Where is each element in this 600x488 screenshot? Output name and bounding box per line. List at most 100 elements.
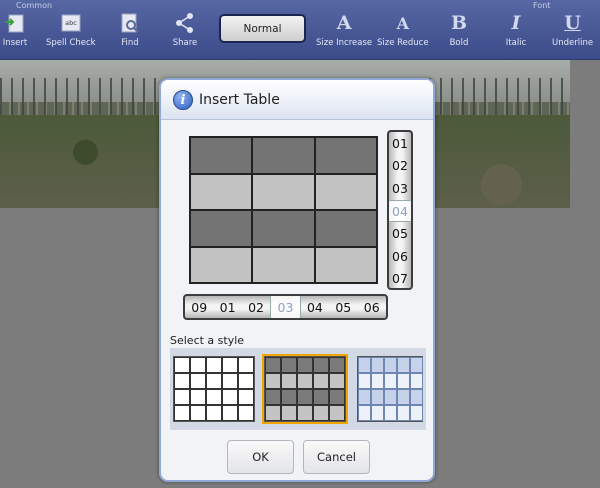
insert-button[interactable]: Insert [2, 10, 28, 52]
style-thumb-cell [281, 405, 297, 421]
style-thumb-cell [190, 389, 206, 405]
style-thumb-cell [329, 405, 345, 421]
share-icon [172, 10, 198, 36]
spell-check-button[interactable]: abc Spell Check [46, 10, 96, 52]
rows-option[interactable]: 06 [389, 245, 411, 268]
style-thumb-cell [174, 389, 190, 405]
style-gallery [170, 348, 426, 430]
table-preview-cell [252, 246, 315, 283]
style-option-blue-banded[interactable] [357, 356, 423, 422]
table-preview-cell [190, 246, 253, 283]
style-thumb-cell [410, 373, 423, 389]
style-thumb-cell [410, 357, 423, 373]
style-thumb-cell [297, 373, 313, 389]
columns-option[interactable]: 01 [213, 296, 241, 318]
group-label-font: Font [533, 1, 551, 10]
table-preview-cell [252, 210, 315, 247]
style-thumb-cell [222, 357, 238, 373]
style-thumb-cell [371, 357, 384, 373]
columns-option[interactable]: 04 [301, 296, 329, 318]
columns-option[interactable]: 02 [242, 296, 270, 318]
table-preview-cell [190, 173, 253, 210]
style-thumb-cell [358, 405, 371, 421]
style-thumb-cell [206, 405, 222, 421]
select-style-label: Select a style [170, 334, 245, 347]
cancel-button[interactable]: Cancel [303, 440, 370, 474]
style-thumb-cell [358, 357, 371, 373]
bold-icon: B [450, 12, 468, 34]
italic-label: Italic [505, 38, 527, 48]
toolbar: Common Font Insert abc Spell Check Find … [0, 0, 600, 60]
columns-option[interactable]: 09 [185, 296, 213, 318]
size-increase-label: Size Increase [316, 38, 373, 48]
rows-option[interactable]: 02 [389, 155, 411, 178]
style-thumb-cell [206, 373, 222, 389]
style-thumb-cell [371, 389, 384, 405]
columns-option[interactable]: 06 [358, 296, 386, 318]
rows-option[interactable]: 05 [389, 222, 411, 245]
insert-label: Insert [2, 38, 28, 48]
style-thumb-cell [238, 389, 254, 405]
style-thumb-cell [397, 357, 410, 373]
bold-button[interactable]: B Bold [446, 10, 472, 52]
style-thumb-cell [238, 405, 254, 421]
table-preview-cell [190, 137, 253, 174]
style-thumb-cell [371, 373, 384, 389]
italic-button[interactable]: I Italic [503, 10, 529, 52]
table-preview-cell [252, 173, 315, 210]
ok-button[interactable]: OK [227, 440, 294, 474]
style-thumb-cell [222, 405, 238, 421]
table-preview-cell [314, 173, 377, 210]
style-thumb-cell [281, 357, 297, 373]
style-thumb-cell [329, 389, 345, 405]
style-thumb-cell [358, 373, 371, 389]
italic-icon: I [511, 12, 521, 34]
find-label: Find [121, 38, 139, 48]
style-thumb-cell [410, 405, 423, 421]
style-thumb-cell [384, 405, 397, 421]
table-preview-cell [190, 210, 253, 247]
share-button[interactable]: Share [172, 10, 198, 52]
style-thumb-cell [190, 405, 206, 421]
style-option-plain[interactable] [173, 356, 255, 422]
share-label: Share [172, 38, 198, 48]
size-increase-icon: A [336, 12, 352, 34]
paragraph-style-select[interactable]: Normal [219, 14, 306, 43]
underline-label: Underline [552, 38, 594, 48]
style-thumb-cell [174, 405, 190, 421]
rows-option[interactable]: 01 [389, 132, 411, 155]
style-thumb-cell [265, 357, 281, 373]
style-thumb-cell [313, 373, 329, 389]
style-thumb-cell [265, 405, 281, 421]
rows-option-selected[interactable]: 04 [389, 199, 411, 223]
rows-option[interactable]: 03 [389, 177, 411, 200]
style-thumb-cell [384, 357, 397, 373]
style-thumb-cell [410, 389, 423, 405]
rows-option[interactable]: 07 [389, 268, 411, 288]
style-option-gray-banded[interactable] [262, 354, 348, 424]
style-thumb-cell [313, 405, 329, 421]
style-thumb-cell [384, 373, 397, 389]
style-thumb-cell [238, 357, 254, 373]
size-increase-button[interactable]: A Size Increase [316, 10, 372, 52]
underline-button[interactable]: U Underline [552, 10, 593, 52]
style-thumb-cell [313, 389, 329, 405]
spell-check-glyph: abc [65, 19, 77, 27]
info-icon: i [173, 90, 193, 110]
rows-picker[interactable]: 01 02 03 04 05 06 07 [387, 130, 413, 290]
style-thumb-cell [397, 405, 410, 421]
style-thumb-cell [329, 373, 345, 389]
table-preview-cell [314, 210, 377, 247]
insert-table-dialog: i Insert Table 01 02 03 04 05 06 07 09 0… [159, 78, 435, 482]
columns-option-selected[interactable]: 03 [270, 296, 301, 318]
style-thumb-cell [297, 405, 313, 421]
insert-icon [2, 10, 28, 36]
style-thumb-cell [190, 373, 206, 389]
columns-option[interactable]: 05 [329, 296, 357, 318]
find-button[interactable]: Find [117, 10, 143, 52]
size-reduce-button[interactable]: A Size Reduce [377, 10, 429, 52]
columns-picker[interactable]: 09 01 02 03 04 05 06 [183, 294, 388, 320]
style-thumb-cell [281, 373, 297, 389]
group-label-common: Common [16, 1, 53, 10]
style-thumb-cell [358, 389, 371, 405]
